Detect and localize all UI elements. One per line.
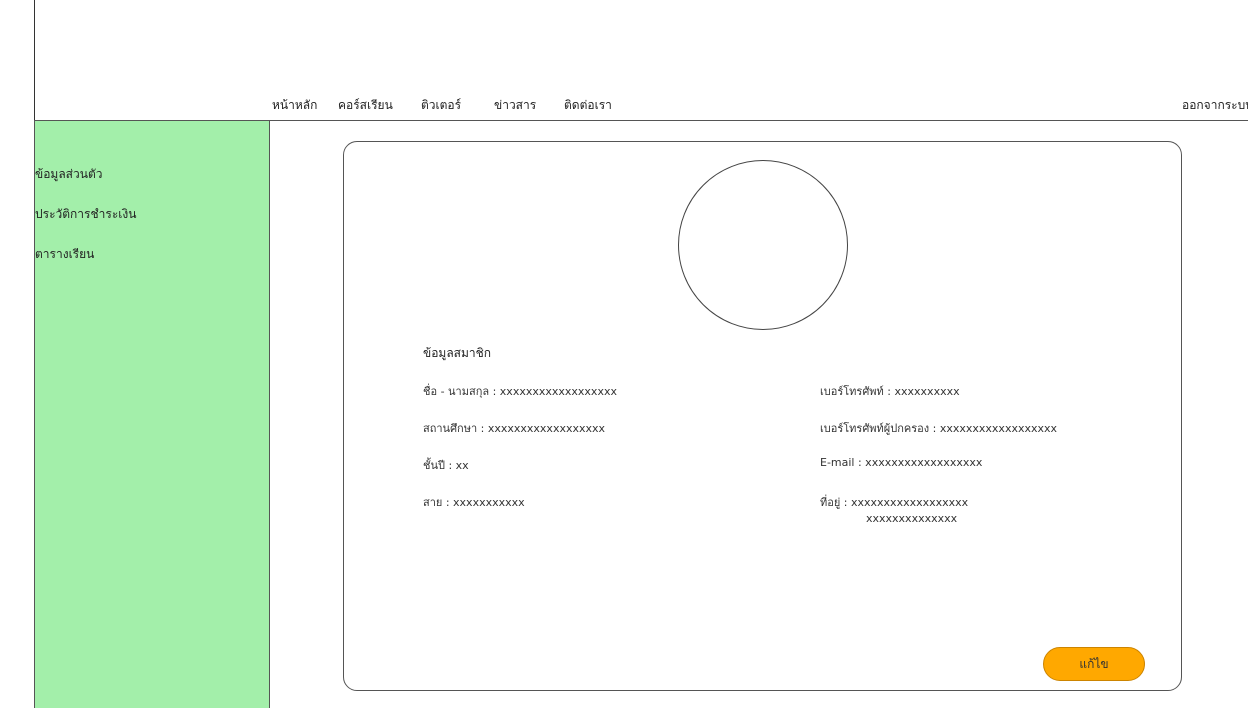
field-address: ที่อยู่ : xxxxxxxxxxxxxxxxxx [820,496,969,509]
sidebar-item-payment-history[interactable]: ประวัติการชำระเงิน [35,205,136,224]
page: หน้าหลัก คอร์สเรียน ติวเตอร์ ข่าวสาร ติด… [0,0,1248,708]
top-nav: หน้าหลัก คอร์สเรียน ติวเตอร์ ข่าวสาร ติด… [34,0,1248,121]
field-phone: เบอร์โทรศัพท์ : xxxxxxxxxx [820,385,960,398]
field-parent-phone: เบอร์โทรศัพท์ผู้ปกครอง : xxxxxxxxxxxxxxx… [820,422,1058,435]
nav-contact[interactable]: ติดต่อเรา [564,96,612,115]
nav-tutors[interactable]: ติวเตอร์ [421,96,461,115]
sidebar-item-class-schedule[interactable]: ตารางเรียน [35,245,94,264]
field-fullname: ชื่อ - นามสกุล : xxxxxxxxxxxxxxxxxx [423,385,617,398]
member-info-title: ข้อมูลสมาชิก [423,346,492,360]
field-email: E-mail : xxxxxxxxxxxxxxxxxx [820,456,983,469]
field-school: สถานศึกษา : xxxxxxxxxxxxxxxxxx [423,422,606,435]
nav-courses[interactable]: คอร์สเรียน [338,96,393,115]
nav-home[interactable]: หน้าหลัก [272,96,317,115]
nav-news[interactable]: ข่าวสาร [494,96,536,115]
sidebar: ข้อมูลส่วนตัว ประวัติการชำระเงิน ตารางเร… [34,121,270,708]
profile-card: ข้อมูลสมาชิก ชื่อ - นามสกุล : xxxxxxxxxx… [343,141,1182,691]
field-address-line2: xxxxxxxxxxxxxx [866,512,958,525]
sidebar-item-personal-info[interactable]: ข้อมูลส่วนตัว [35,165,102,184]
edit-button[interactable]: แก้ไข [1043,647,1145,681]
field-track: สาย : xxxxxxxxxxx [423,496,525,509]
field-grade: ชั้นปี : xx [423,459,469,472]
logout-link[interactable]: ออกจากระบบ [1182,96,1248,115]
avatar[interactable] [678,160,848,330]
